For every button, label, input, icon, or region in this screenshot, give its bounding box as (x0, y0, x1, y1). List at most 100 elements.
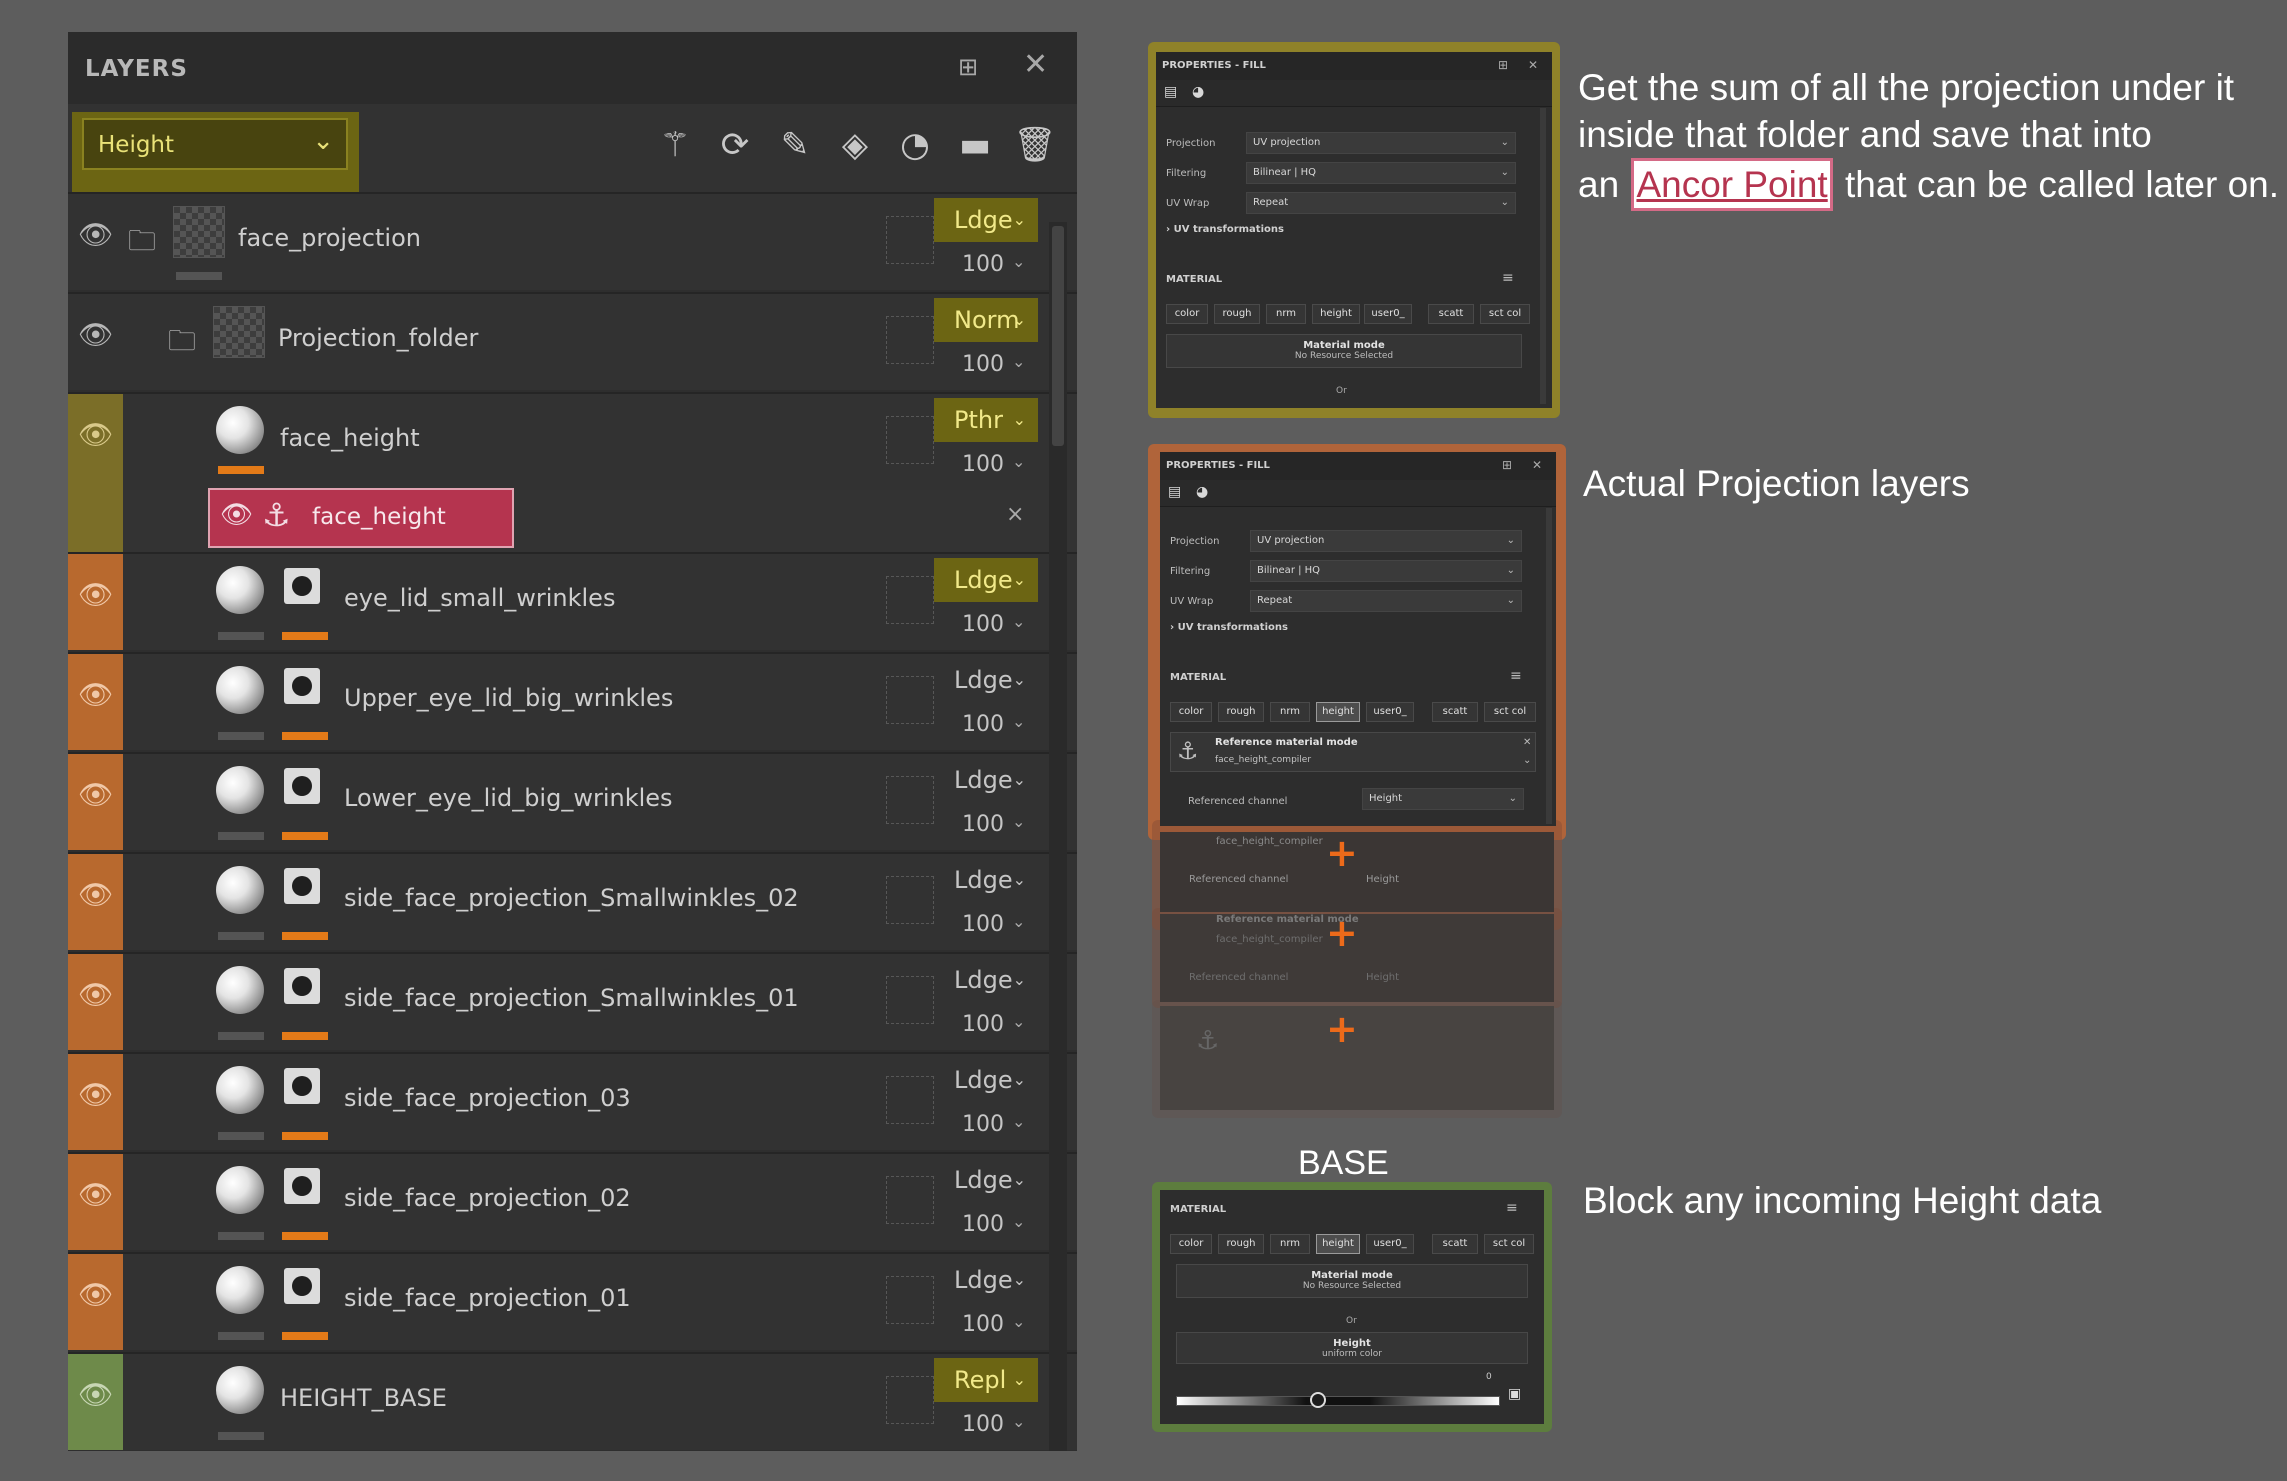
reference-material-box[interactable]: ⚓ Reference material mode face_height_co… (1170, 732, 1536, 772)
chip-rough[interactable]: rough (1218, 1234, 1264, 1254)
tab-settings-icon[interactable]: ▤ (1168, 484, 1181, 500)
height-uniform-box[interactable]: Height uniform color (1176, 1332, 1528, 1364)
panel-scrollbar[interactable] (1540, 108, 1546, 404)
layer-name[interactable]: side_face_projection_Smallwinkles_01 (344, 984, 799, 1012)
layer-row-projection[interactable]: 👁 side_face_projection_02 Ldge ⌄ 100 ⌄ (68, 1152, 1077, 1250)
close-icon[interactable]: × (1006, 502, 1024, 527)
eye-icon[interactable]: 👁 (220, 500, 253, 530)
blend-mode-dropdown[interactable]: Ldge ⌄ (934, 1058, 1038, 1102)
chip-rough[interactable]: rough (1218, 702, 1264, 722)
eye-icon[interactable]: 👁 (78, 418, 114, 452)
channel-dropdown[interactable]: Height ⌄ (82, 118, 348, 170)
opacity-value[interactable]: 100 (962, 252, 1004, 277)
blend-mode-dropdown[interactable]: Ldge ⌄ (934, 758, 1038, 802)
smart-material-icon[interactable]: ◔ (890, 116, 940, 174)
opacity-value[interactable]: 100 (962, 352, 1004, 377)
chip-scatt[interactable]: scatt (1432, 702, 1478, 722)
chip-scatt[interactable]: scatt (1432, 1234, 1478, 1254)
opacity-value[interactable]: 100 (962, 612, 1004, 637)
menu-icon[interactable]: ≡ (1506, 1200, 1518, 1216)
mask-slot[interactable] (886, 1276, 934, 1324)
ref-channel-dropdown[interactable]: Height ⌄ (1362, 788, 1524, 810)
layer-name[interactable]: eye_lid_small_wrinkles (344, 584, 615, 612)
mask-slot[interactable] (886, 1076, 934, 1124)
chevron-down-icon[interactable]: ⌄ (1012, 1212, 1025, 1231)
mask-slot[interactable] (886, 976, 934, 1024)
tab-settings-icon[interactable]: ▤ (1164, 84, 1177, 100)
scrollbar-thumb[interactable] (1052, 226, 1064, 446)
opacity-value[interactable]: 100 (962, 712, 1004, 737)
layer-name[interactable]: face_height (280, 424, 420, 452)
chevron-down-icon[interactable]: ⌄ (1012, 452, 1025, 471)
chip-user0[interactable]: user0_ (1364, 304, 1412, 324)
eye-icon[interactable]: 👁 (78, 778, 114, 812)
menu-icon[interactable]: ≡ (1510, 668, 1522, 684)
material-mode-box[interactable]: Material mode No Resource Selected (1166, 334, 1522, 368)
blend-mode-dropdown[interactable]: Ldge ⌄ (934, 1158, 1038, 1202)
mask-slot[interactable] (886, 576, 934, 624)
close-icon[interactable]: ✕ (1023, 50, 1048, 80)
layer-row-height-base[interactable]: 👁 HEIGHT_BASE Repl ⌄ 100 ⌄ (68, 1352, 1077, 1450)
eye-icon[interactable]: 👁 (78, 1378, 114, 1412)
eye-icon[interactable]: 👁 (78, 1278, 114, 1312)
mask-slot[interactable] (886, 876, 934, 924)
brush-icon[interactable]: ✎ (770, 116, 820, 174)
magic-wand-icon[interactable]: ⚚ (650, 116, 700, 174)
layer-row-face-projection[interactable]: 👁 🗀 face_projection Ldge ⌄ 100 ⌄ (68, 192, 1077, 290)
blend-mode-dropdown[interactable]: Ldge ⌄ (934, 658, 1038, 702)
chip-height[interactable]: height (1316, 1234, 1360, 1254)
layer-name[interactable]: side_face_projection_01 (344, 1284, 631, 1312)
blend-mode-dropdown[interactable]: Ldge ⌄ (934, 858, 1038, 902)
eye-icon[interactable]: 👁 (78, 1078, 114, 1112)
eye-icon[interactable]: 👁 (78, 318, 114, 352)
layer-row-projection[interactable]: 👁 side_face_projection_01 Ldge ⌄ 100 ⌄ (68, 1252, 1077, 1350)
opacity-value[interactable]: 100 (962, 1312, 1004, 1337)
blend-mode-dropdown[interactable]: Ldge ⌄ (934, 198, 1038, 242)
mask-slot[interactable] (886, 316, 934, 364)
eye-icon[interactable]: 👁 (78, 578, 114, 612)
opacity-value[interactable]: 100 (962, 912, 1004, 937)
layer-row-projection[interactable]: 👁 Upper_eye_lid_big_wrinkles Ldge ⌄ 100 ⌄ (68, 652, 1077, 750)
layer-row-projection[interactable]: 👁 side_face_projection_Smallwinkles_01 Ldg… (68, 952, 1077, 1050)
chevron-down-icon[interactable]: ⌄ (1012, 612, 1025, 631)
eye-icon[interactable]: 👁 (78, 978, 114, 1012)
chip-user0[interactable]: user0_ (1366, 702, 1414, 722)
mask-slot[interactable] (886, 676, 934, 724)
close-icon[interactable]: ✕ (1523, 737, 1531, 748)
opacity-value[interactable]: 100 (962, 812, 1004, 837)
blend-mode-dropdown[interactable]: Norm ⌄ (934, 298, 1038, 342)
chip-user0[interactable]: user0_ (1366, 1234, 1414, 1254)
chevron-down-icon[interactable]: ⌄ (1012, 812, 1025, 831)
layer-name[interactable]: face_projection (238, 224, 421, 252)
fill-layer-icon[interactable]: ⟳ (710, 116, 760, 174)
chip-sct-col[interactable]: sct col (1480, 304, 1530, 324)
eye-icon[interactable]: 👁 (78, 678, 114, 712)
layer-name[interactable]: Upper_eye_lid_big_wrinkles (344, 684, 673, 712)
projection-dropdown[interactable]: UV projection ⌄ (1250, 530, 1522, 552)
chip-sct-col[interactable]: sct col (1484, 702, 1536, 722)
layer-name[interactable]: Lower_eye_lid_big_wrinkles (344, 784, 673, 812)
chip-color[interactable]: color (1170, 1234, 1212, 1254)
layer-row-projection-folder[interactable]: 👁 🗀 Projection_folder Norm ⌄ 100 ⌄ (68, 292, 1077, 390)
uv-transformations[interactable]: › UV transformations (1170, 622, 1288, 633)
chevron-down-icon[interactable]: ⌄ (1012, 912, 1025, 931)
blend-mode-dropdown[interactable]: Ldge ⌄ (934, 958, 1038, 1002)
layer-row-projection[interactable]: 👁 side_face_projection_Smallwinkles_02 Ldg… (68, 852, 1077, 950)
blend-mode-dropdown[interactable]: Pthr ⌄ (934, 398, 1038, 442)
blend-mode-dropdown[interactable]: Ldge ⌄ (934, 558, 1038, 602)
layer-row-projection[interactable]: 👁 eye_lid_small_wrinkles Ldge ⌄ 100 ⌄ (68, 552, 1077, 650)
mask-slot[interactable] (886, 1176, 934, 1224)
panel-scrollbar[interactable] (1546, 508, 1552, 824)
chip-nrm[interactable]: nrm (1270, 702, 1310, 722)
folder-icon[interactable]: ▬ (950, 116, 1000, 174)
dock-icon[interactable]: ⊞ (958, 52, 978, 82)
eye-icon[interactable]: 👁 (78, 218, 114, 252)
layer-row-projection[interactable]: 👁 Lower_eye_lid_big_wrinkles Ldge ⌄ 100 ⌄ (68, 752, 1077, 850)
chip-sct-col[interactable]: sct col (1484, 1234, 1534, 1254)
dock-icon[interactable]: ⊞ (1502, 458, 1512, 472)
material-mode-box[interactable]: Material mode No Resource Selected (1176, 1264, 1528, 1298)
layer-name[interactable]: HEIGHT_BASE (280, 1384, 447, 1412)
color-picker-icon[interactable]: ▣ (1508, 1386, 1521, 1402)
chevron-down-icon[interactable]: ⌄ (1012, 1312, 1025, 1331)
chevron-down-icon[interactable]: ⌄ (1012, 352, 1025, 371)
